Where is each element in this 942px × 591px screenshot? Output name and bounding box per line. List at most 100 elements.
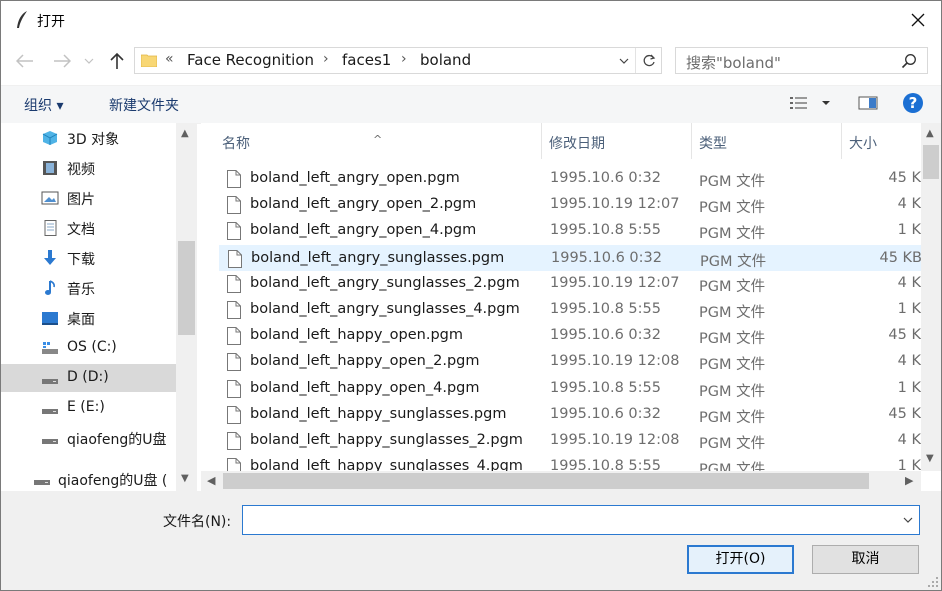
- document-icon: [44, 220, 57, 236]
- scroll-left-arrow-icon[interactable]: ◀: [207, 474, 215, 487]
- scroll-up-arrow-icon[interactable]: ▲: [181, 128, 189, 139]
- file-icon: [227, 170, 241, 188]
- address-segment-boland[interactable]: boland: [420, 51, 471, 69]
- scroll-down-arrow-icon[interactable]: ▼: [926, 453, 934, 464]
- file-size: 45 K: [888, 170, 921, 186]
- address-dropdown-button[interactable]: [613, 48, 635, 73]
- filename-input[interactable]: [242, 505, 920, 535]
- open-button[interactable]: 打开(O): [687, 545, 794, 574]
- nav-item-desktop[interactable]: 桌面: [1, 304, 176, 332]
- file-type: PGM 文件: [699, 226, 766, 243]
- column-header-size[interactable]: 大小: [842, 123, 922, 159]
- address-overflow[interactable]: «: [165, 51, 174, 67]
- nav-item-pictures[interactable]: 图片: [1, 184, 176, 212]
- address-bar[interactable]: « Face Recognition › faces1 › boland: [134, 47, 662, 74]
- file-date: 1995.10.19 12:07: [550, 196, 680, 213]
- column-header-name[interactable]: 名称 ^: [201, 123, 541, 159]
- dialog-footer: 文件名(N): 打开(O) 取消: [1, 491, 941, 590]
- file-list-scroll-thumb[interactable]: [923, 145, 939, 179]
- search-box[interactable]: 搜索"boland": [675, 47, 928, 74]
- resize-grip-icon[interactable]: [927, 576, 939, 588]
- file-size: 4 K: [897, 274, 921, 291]
- nav-item-os-c[interactable]: OS (C:): [1, 334, 176, 362]
- file-type: PGM 文件: [699, 357, 766, 374]
- column-header-type[interactable]: 类型: [692, 123, 841, 159]
- file-row[interactable]: boland_left_angry_open_2.pgm 1995.10.19 1…: [219, 192, 921, 218]
- nav-item-e-drive[interactable]: E (E:): [1, 394, 176, 422]
- music-icon: [45, 280, 55, 295]
- folder-icon: [141, 54, 157, 67]
- preview-pane-icon[interactable]: [858, 94, 878, 112]
- file-row[interactable]: boland_left_happy_sunglasses.pgm 1995.10.…: [219, 402, 921, 428]
- file-row[interactable]: boland_left_angry_open.pgm 1995.10.6 0:32…: [219, 166, 921, 192]
- file-list-horizontal-scrollbar[interactable]: ◀ ▶: [201, 471, 921, 491]
- arrow-right-icon: [54, 54, 71, 68]
- scroll-up-arrow-icon[interactable]: ▲: [926, 128, 934, 139]
- file-row[interactable]: boland_left_happy_open_2.pgm 1995.10.19 1…: [219, 349, 921, 375]
- scroll-right-arrow-icon[interactable]: ▶: [905, 474, 913, 487]
- command-toolbar: 组织 ▾ 新建文件夹 ?: [1, 85, 941, 124]
- chevron-down-icon: [84, 58, 94, 64]
- file-type: PGM 文件: [699, 200, 766, 217]
- file-date: 1995.10.6 0:32: [551, 249, 662, 266]
- nav-item-3d-objects[interactable]: 3D 对象: [1, 124, 176, 152]
- file-date: 1995.10.6 0:32: [550, 405, 661, 422]
- file-name: boland_left_angry_open_4.pgm: [250, 222, 477, 239]
- nav-item-documents[interactable]: 文档: [1, 214, 176, 242]
- file-name: boland_left_happy_open_4.pgm: [250, 379, 480, 396]
- new-folder-button[interactable]: 新建文件夹: [109, 95, 179, 115]
- file-date: 1995.10.8 5:55: [550, 379, 661, 396]
- file-row[interactable]: boland_left_happy_open_4.pgm 1995.10.8 5:…: [219, 376, 921, 402]
- close-button[interactable]: [895, 1, 941, 39]
- navigation-pane: 3D 对象 视频 图片 文档 下载 音乐 桌面 OS (C:) D (D:) E…: [1, 123, 197, 491]
- file-date: 1995.10.19 12:08: [550, 432, 680, 448]
- file-row[interactable]: boland_left_angry_sunglasses_4.pgm 1995.1…: [219, 297, 921, 323]
- file-row[interactable]: boland_left_angry_open_4.pgm 1995.10.8 5:…: [219, 218, 921, 244]
- help-icon[interactable]: ?: [903, 93, 923, 113]
- address-segment-faces1[interactable]: faces1: [342, 51, 391, 69]
- file-row[interactable]: boland_left_angry_sunglasses.pgm 1995.10.…: [219, 244, 922, 271]
- nav-item-usb-drive[interactable]: qiaofeng的U盘: [1, 424, 176, 452]
- file-type: PGM 文件: [699, 409, 766, 426]
- video-icon: [43, 161, 57, 175]
- file-icon: [227, 353, 241, 372]
- file-name: boland_left_angry_open_2.pgm: [250, 196, 477, 213]
- file-size: 1 K: [897, 301, 921, 317]
- nav-pane-scroll-thumb[interactable]: [178, 241, 195, 335]
- open-file-dialog: 打开 « Face Recognition › faces1 › boland …: [0, 0, 942, 591]
- up-button[interactable]: [105, 49, 129, 73]
- view-options-icon[interactable]: [789, 94, 833, 112]
- nav-item-music[interactable]: 音乐: [1, 274, 176, 302]
- search-icon[interactable]: [901, 53, 917, 69]
- nav-item-videos[interactable]: 视频: [1, 154, 176, 182]
- file-row[interactable]: boland_left_happy_open.pgm 1995.10.6 0:32…: [219, 323, 921, 349]
- organize-button[interactable]: 组织 ▾: [24, 95, 63, 115]
- file-name: boland_left_angry_sunglasses_4.pgm: [250, 301, 520, 317]
- scroll-down-arrow-icon[interactable]: ▼: [181, 473, 189, 484]
- nav-pane-scrollbar[interactable]: ▲ ▼: [176, 123, 197, 491]
- file-name: boland_left_happy_sunglasses.pgm: [250, 405, 507, 422]
- nav-item-d-drive[interactable]: D (D:): [1, 364, 176, 392]
- refresh-button[interactable]: [635, 48, 662, 73]
- file-list-scrollbar[interactable]: ▲ ▼: [921, 123, 941, 471]
- address-segment-face-recognition[interactable]: Face Recognition: [187, 51, 314, 69]
- nav-item-usb-drive-root[interactable]: qiaofeng的U盘 (: [1, 465, 176, 491]
- filename-dropdown-button[interactable]: [897, 506, 919, 534]
- search-input[interactable]: 搜索"boland": [686, 52, 781, 73]
- file-row[interactable]: boland_left_angry_sunglasses_2.pgm 1995.1…: [219, 271, 921, 297]
- nav-item-downloads[interactable]: 下载: [1, 244, 176, 272]
- cancel-button[interactable]: 取消: [812, 545, 919, 574]
- filename-label: 文件名(N):: [163, 514, 232, 530]
- file-row[interactable]: boland_left_happy_sunglasses_2.pgm 1995.1…: [219, 428, 921, 454]
- address-separator[interactable]: ›: [323, 51, 329, 67]
- file-name: boland_left_happy_open_2.pgm: [250, 353, 480, 370]
- recent-locations-button[interactable]: [81, 49, 97, 73]
- address-separator[interactable]: ›: [401, 51, 407, 67]
- forward-button[interactable]: [50, 49, 74, 73]
- os-drive-icon: [42, 342, 58, 354]
- column-header-date[interactable]: 修改日期: [542, 123, 691, 159]
- file-size: 1 K: [897, 379, 921, 396]
- back-button[interactable]: [13, 49, 37, 73]
- file-icon: [227, 222, 241, 241]
- horizontal-scroll-thumb[interactable]: [223, 473, 869, 489]
